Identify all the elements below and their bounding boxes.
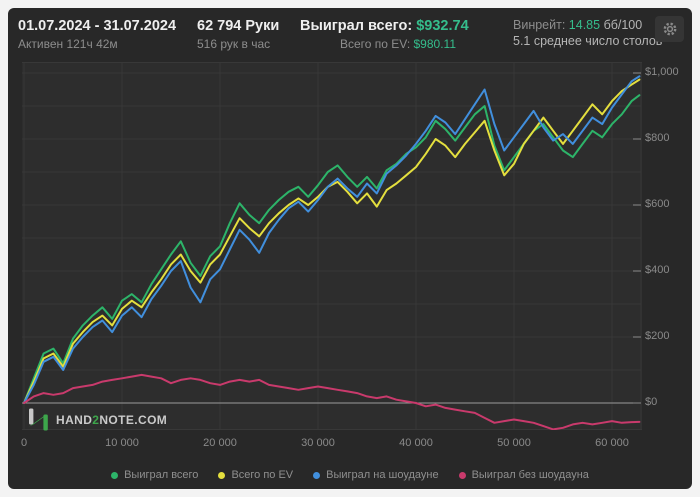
ev-label: Всего по EV:: [339, 37, 411, 51]
winnings-chart[interactable]: [22, 62, 642, 430]
y-axis-label: $800: [645, 132, 670, 144]
winrate-row: Винрейт: 14.85 бб/100: [513, 17, 662, 33]
legend-dot-icon: [111, 471, 119, 479]
y-axis-label: $0: [645, 396, 658, 408]
legend-label: Всего по EV: [231, 469, 294, 481]
watermark-text: HAND2NOTE.COM: [56, 413, 167, 427]
header-winnings: Выиграл всего: $932.74 Всего по EV: $980…: [300, 17, 469, 52]
x-axis-label: 60 000: [595, 437, 629, 449]
chart-background: [22, 62, 642, 430]
won-total: Выиграл всего: $932.74: [300, 17, 469, 36]
hands-total: 62 794 Руки: [197, 18, 280, 34]
won-value: $932.74: [416, 18, 469, 34]
x-axis-label: 0: [20, 437, 28, 449]
y-axis-label: $600: [645, 198, 670, 210]
ev-total: Всего по EV: $980.11: [300, 36, 456, 52]
y-axis-label: $200: [645, 330, 670, 342]
legend-item-0[interactable]: Выиграл всего: [111, 469, 198, 481]
header-hands: 62 794 Руки 516 рук в час: [197, 17, 279, 52]
gear-icon: [663, 22, 676, 36]
hands-per-hour: 516 рук в час: [197, 37, 271, 51]
hand2note-watermark: HAND2NOTE.COM: [28, 407, 167, 432]
legend-label: Выиграл на шоудауне: [326, 469, 439, 481]
y-axis-label: $400: [645, 264, 670, 276]
winrate-unit: бб/100: [603, 18, 643, 32]
won-label: Выиграл всего:: [300, 18, 413, 34]
x-axis-label: 50 000: [497, 437, 531, 449]
legend-item-2[interactable]: Выиграл на шоудауне: [313, 469, 439, 481]
legend-dot-icon: [313, 471, 321, 479]
chart-legend: Выиграл всего Всего по EV Выиграл на шоуда…: [8, 469, 692, 481]
stats-panel: 01.07.2024 - 31.07.2024 Активен 121ч 42м…: [8, 8, 692, 489]
settings-button[interactable]: [655, 16, 684, 42]
x-axis-label: 20 000: [203, 437, 237, 449]
winrate-value: 14.85: [568, 18, 601, 32]
header-winrate: Винрейт: 14.85 бб/100 5.1 среднее число …: [513, 17, 662, 49]
y-axis-label: $1,000: [645, 66, 679, 78]
avg-tables: 5.1 среднее число столов: [513, 34, 663, 48]
legend-label: Выиграл всего: [124, 469, 199, 481]
hand2note-logo-icon: [29, 408, 48, 431]
legend-item-1[interactable]: Всего по EV: [218, 469, 293, 481]
winrate-label: Винрейт:: [513, 18, 566, 32]
watermark-hand: HAND: [56, 412, 93, 427]
watermark-note: NOTE.COM: [99, 412, 168, 427]
header-session-period: 01.07.2024 - 31.07.2024 Активен 121ч 42м: [18, 17, 176, 52]
x-axis-label: 10 000: [105, 437, 139, 449]
ev-value: $980.11: [413, 37, 457, 51]
date-range: 01.07.2024 - 31.07.2024: [18, 18, 177, 34]
x-axis-label: 30 000: [301, 437, 335, 449]
legend-label: Выиграл без шоудауна: [471, 469, 589, 481]
legend-dot-icon: [218, 471, 226, 479]
legend-dot-icon: [458, 471, 466, 479]
x-axis-label: 40 000: [399, 437, 433, 449]
legend-item-3[interactable]: Выиграл без шоудауна: [458, 469, 589, 481]
active-time: Активен 121ч 42м: [18, 37, 118, 51]
